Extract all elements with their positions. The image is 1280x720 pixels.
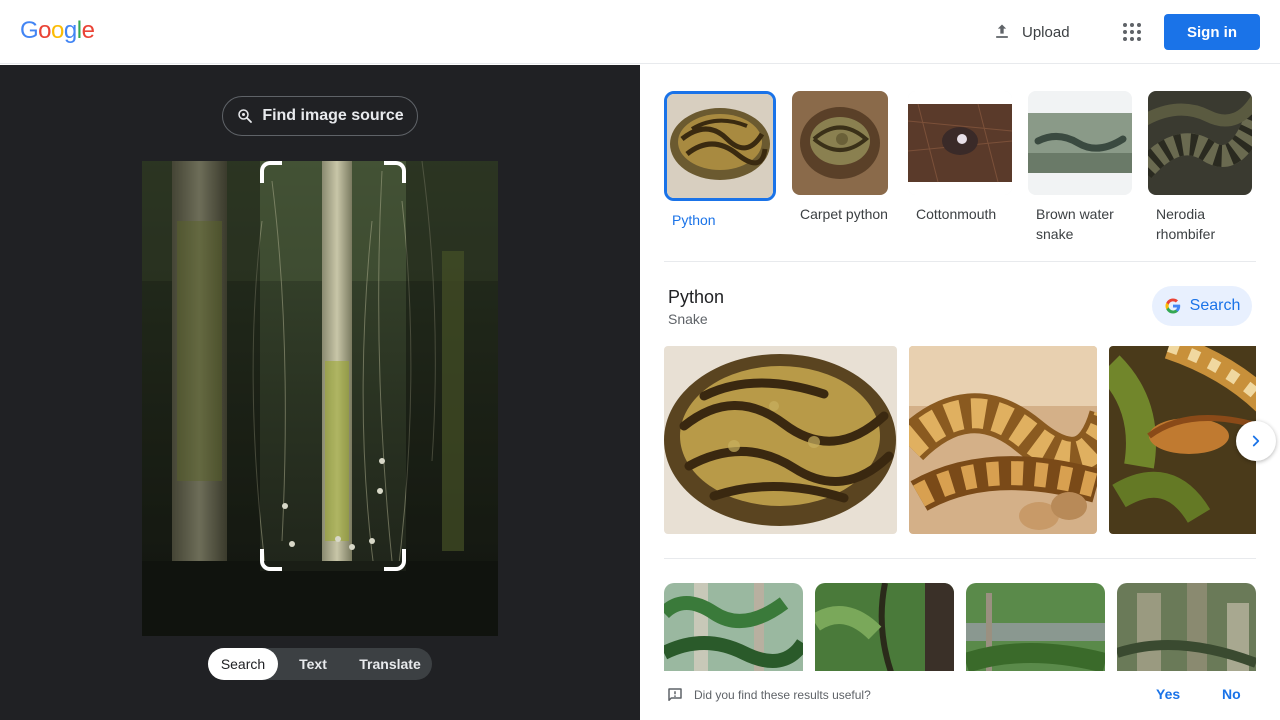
chip-thumbnail [908, 91, 1012, 195]
visual-matches-grid [664, 583, 1256, 671]
crop-handle-top-right[interactable] [384, 161, 406, 183]
visual-match-image[interactable] [966, 583, 1105, 671]
chip-carpet-python[interactable]: Carpet python [792, 91, 888, 224]
google-g-icon [1165, 298, 1180, 314]
query-panel: Find image source Search Text Translate [0, 65, 640, 720]
chip-python[interactable]: Python [664, 91, 776, 230]
tab-text[interactable]: Text [278, 648, 348, 680]
find-image-source-label: Find image source [262, 107, 404, 124]
feedback-question: Did you find these results useful? [694, 688, 871, 702]
feedback-yes-button[interactable]: Yes [1156, 686, 1180, 702]
chip-thumbnail [664, 91, 776, 201]
entity-image[interactable] [664, 346, 897, 534]
upload-button[interactable]: Upload [992, 20, 1070, 44]
google-logo[interactable]: Google [20, 17, 95, 45]
feedback-icon [668, 688, 682, 701]
apps-grid-icon[interactable] [1120, 20, 1144, 44]
chip-nerodia-rhombifer[interactable]: Nerodia rhombifer [1148, 91, 1252, 244]
feedback-no-button[interactable]: No [1222, 686, 1241, 702]
logo-letter: o [51, 17, 64, 44]
chip-label: Nerodia rhombifer [1156, 206, 1216, 242]
logo-letter: o [38, 17, 52, 44]
section-divider [664, 558, 1256, 559]
entity-subtitle: Snake [668, 311, 708, 327]
chip-cottonmouth[interactable]: Cottonmouth [908, 91, 1012, 224]
crop-selection[interactable] [260, 161, 406, 571]
upload-label: Upload [1022, 23, 1070, 41]
chip-thumbnail [792, 91, 888, 195]
top-bar: Google Upload Sign in [0, 0, 1280, 64]
tab-translate[interactable]: Translate [348, 648, 432, 680]
visual-match-image[interactable] [664, 583, 803, 671]
crop-handle-bottom-right[interactable] [384, 549, 406, 571]
entity-image[interactable] [909, 346, 1097, 534]
upload-icon [996, 24, 1008, 38]
entity-search-label: Search [1189, 297, 1241, 314]
find-image-source-button[interactable]: Find image source [222, 96, 418, 136]
chip-label: Brown water snake [1036, 206, 1114, 242]
logo-letter: e [81, 17, 95, 44]
chip-thumbnail [1028, 91, 1132, 195]
refinement-chips: Python Carpet python Cottonmouth Brown w… [664, 91, 1264, 251]
chip-label: Carpet python [800, 206, 888, 222]
lens-search-icon [238, 109, 253, 123]
sign-in-button[interactable]: Sign in [1164, 14, 1260, 50]
entity-title: Python [668, 287, 725, 307]
feedback-bar: Did you find these results useful? Yes N… [640, 671, 1280, 720]
crop-handle-top-left[interactable] [260, 161, 282, 183]
chevron-right-icon [1252, 435, 1260, 447]
crop-handle-bottom-left[interactable] [260, 549, 282, 571]
chip-thumbnail [1148, 91, 1252, 195]
section-divider [664, 261, 1256, 262]
results-panel: Python Carpet python Cottonmouth Brown w… [640, 65, 1280, 720]
query-image [142, 161, 498, 636]
chip-brown-water-snake[interactable]: Brown water snake [1028, 91, 1132, 244]
visual-match-image[interactable] [815, 583, 954, 671]
logo-letter: G [20, 17, 39, 44]
entity-search-button[interactable]: Search [1152, 286, 1252, 326]
visual-match-image[interactable] [1117, 583, 1256, 671]
chip-label: Python [672, 212, 716, 228]
carousel-next-button[interactable] [1236, 421, 1276, 461]
tab-search[interactable]: Search [208, 648, 278, 680]
entity-image-carousel [664, 346, 1256, 534]
logo-letter: g [63, 17, 77, 44]
lens-mode-tabs: Search Text Translate [208, 648, 432, 680]
entity-image[interactable] [1109, 346, 1256, 534]
chip-label: Cottonmouth [916, 206, 997, 222]
